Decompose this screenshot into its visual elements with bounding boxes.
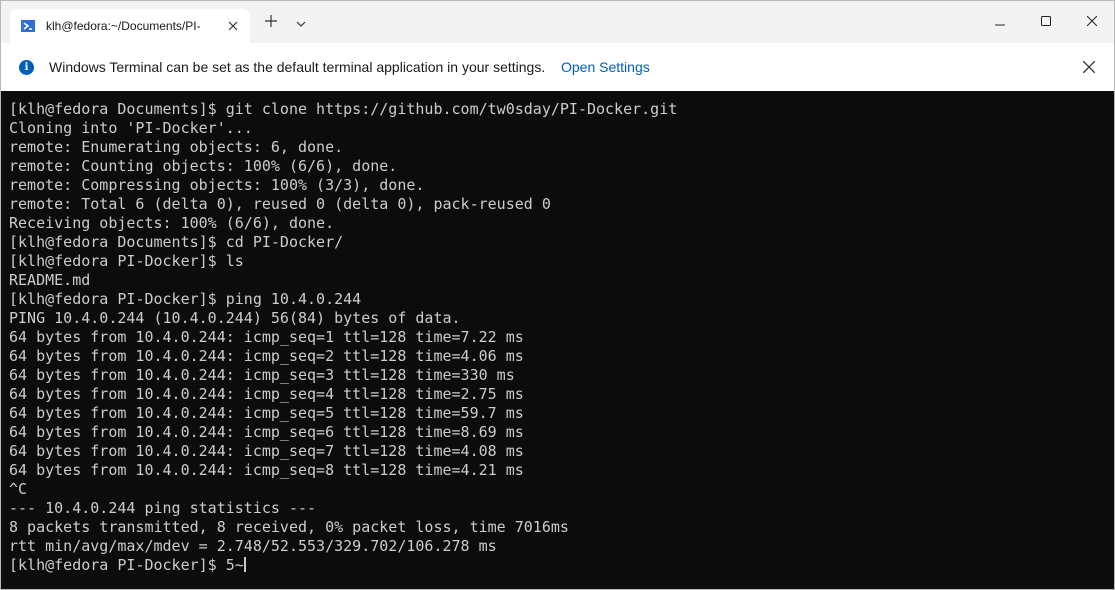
terminal-line: [klh@fedora PI-Docker]$ ping 10.4.0.244	[9, 290, 362, 308]
terminal-line: README.md	[9, 271, 91, 289]
tab-dropdown-button[interactable]	[289, 11, 313, 35]
terminal-line: remote: Total 6 (delta 0), reused 0 (del…	[9, 195, 551, 213]
new-tab-button[interactable]	[259, 11, 283, 35]
terminal-line: 64 bytes from 10.4.0.244: icmp_seq=7 ttl…	[9, 442, 524, 460]
terminal-line: ^C	[9, 480, 28, 498]
terminal-line: remote: Compressing objects: 100% (3/3),…	[9, 176, 425, 194]
tab-close-icon[interactable]	[226, 19, 240, 33]
terminal-line: 64 bytes from 10.4.0.244: icmp_seq=2 ttl…	[9, 347, 524, 365]
plus-icon	[265, 14, 277, 32]
open-settings-link[interactable]: Open Settings	[561, 59, 650, 75]
terminal-line: 64 bytes from 10.4.0.244: icmp_seq=3 ttl…	[9, 366, 515, 384]
terminal-output[interactable]: [klh@fedora Documents]$ git clone https:…	[1, 91, 1114, 589]
current-prompt-line[interactable]: [klh@fedora PI-Docker]$ 5~	[9, 556, 1114, 575]
terminal-line: --- 10.4.0.244 ping statistics ---	[9, 499, 317, 517]
tab-title: klh@fedora:~/Documents/PI-	[46, 19, 201, 33]
terminal-window: klh@fedora:~/Documents/PI- i Windows Ter…	[0, 0, 1115, 590]
info-icon: i	[19, 60, 34, 75]
infobar-close-icon[interactable]	[1082, 60, 1096, 78]
command-input[interactable]: 5~	[226, 556, 244, 574]
close-window-button[interactable]	[1069, 1, 1115, 43]
terminal-line: 64 bytes from 10.4.0.244: icmp_seq=4 ttl…	[9, 385, 524, 403]
maximize-button[interactable]	[1023, 1, 1069, 43]
text-cursor	[243, 557, 246, 572]
terminal-line: PING 10.4.0.244 (10.4.0.244) 56(84) byte…	[9, 309, 461, 327]
tab-terminal[interactable]: klh@fedora:~/Documents/PI-	[10, 9, 250, 43]
terminal-line: Receiving objects: 100% (6/6), done.	[9, 214, 335, 232]
infobar-message: Windows Terminal can be set as the defau…	[49, 59, 546, 75]
terminal-lines: [klh@fedora Documents]$ git clone https:…	[9, 100, 1114, 556]
terminal-line: 64 bytes from 10.4.0.244: icmp_seq=1 ttl…	[9, 328, 524, 346]
title-bar: klh@fedora:~/Documents/PI-	[1, 1, 1114, 43]
terminal-line: remote: Counting objects: 100% (6/6), do…	[9, 157, 398, 175]
terminal-line: rtt min/avg/max/mdev = 2.748/52.553/329.…	[9, 537, 497, 555]
terminal-line: Cloning into 'PI-Docker'...	[9, 119, 253, 137]
minimize-button[interactable]	[977, 1, 1023, 43]
minimize-icon	[995, 13, 1005, 31]
close-icon	[1086, 13, 1098, 31]
terminal-line: [klh@fedora Documents]$ cd PI-Docker/	[9, 233, 344, 251]
terminal-line: 64 bytes from 10.4.0.244: icmp_seq=8 ttl…	[9, 461, 524, 479]
chevron-down-icon	[296, 14, 306, 32]
terminal-line: 64 bytes from 10.4.0.244: icmp_seq=6 ttl…	[9, 423, 524, 441]
maximize-icon	[1041, 13, 1051, 31]
powershell-terminal-icon	[20, 18, 36, 34]
default-terminal-infobar: i Windows Terminal can be set as the def…	[1, 43, 1114, 91]
terminal-line: 8 packets transmitted, 8 received, 0% pa…	[9, 518, 569, 536]
terminal-line: [klh@fedora Documents]$ git clone https:…	[9, 100, 678, 118]
terminal-line: remote: Enumerating objects: 6, done.	[9, 138, 344, 156]
terminal-line: 64 bytes from 10.4.0.244: icmp_seq=5 ttl…	[9, 404, 524, 422]
terminal-line: [klh@fedora PI-Docker]$ ls	[9, 252, 244, 270]
prompt: [klh@fedora PI-Docker]$	[9, 556, 226, 574]
